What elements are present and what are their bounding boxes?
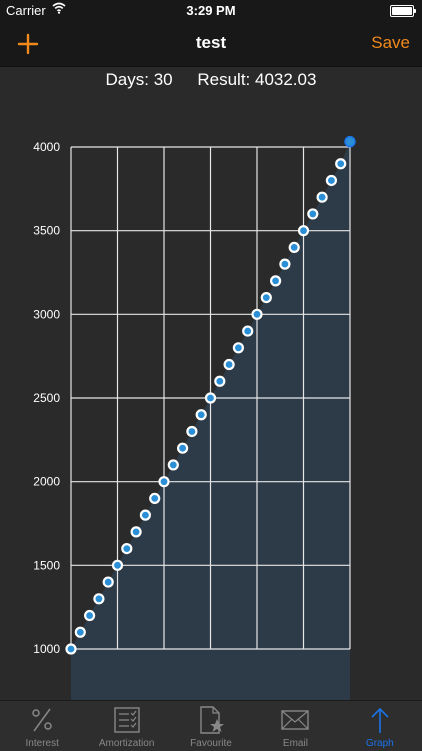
save-button[interactable]: Save <box>371 33 410 53</box>
tab-label-email: Email <box>282 738 308 749</box>
data-point <box>251 308 263 320</box>
page-title: test <box>195 33 227 52</box>
data-point <box>242 325 254 337</box>
envelope-icon <box>281 710 310 730</box>
days-label: Days: 30 <box>105 70 173 89</box>
battery-icon <box>390 5 416 17</box>
data-point <box>316 191 328 203</box>
data-point <box>139 509 151 521</box>
data-point <box>167 459 179 471</box>
data-point <box>93 593 105 605</box>
tab-label-interest: Interest <box>25 738 59 749</box>
data-point <box>186 425 198 438</box>
y-tick-label: 1500 <box>33 558 60 572</box>
data-point <box>297 225 310 237</box>
y-tick-label: 3500 <box>33 224 60 238</box>
tab-label-amortization: Amortization <box>98 738 155 749</box>
tab-email[interactable]: Email <box>253 701 337 751</box>
data-point <box>232 342 244 354</box>
data-point <box>288 241 300 253</box>
data-point <box>270 275 282 287</box>
data-point <box>121 542 133 555</box>
data-point <box>130 526 142 538</box>
data-point <box>74 626 86 638</box>
data-point <box>344 135 356 148</box>
data-point <box>83 609 96 622</box>
tab-amortization[interactable]: Amortization <box>84 701 168 751</box>
data-point <box>260 292 272 304</box>
data-point <box>195 409 207 421</box>
y-tick-label: 2500 <box>33 391 60 405</box>
data-point <box>325 174 337 187</box>
y-tick-label: 3000 <box>33 307 60 321</box>
data-point <box>279 258 291 270</box>
data-point <box>149 492 161 504</box>
navigation-bar: test Save <box>0 22 422 67</box>
result-label: Result: 4032.03 <box>197 70 317 89</box>
tab-favourite[interactable]: Favourite <box>169 701 253 751</box>
tab-interest[interactable]: Interest <box>0 701 84 751</box>
y-tick-label: 2000 <box>33 475 60 489</box>
data-point <box>214 375 226 387</box>
data-point <box>158 476 170 488</box>
data-point <box>223 358 235 371</box>
data-point <box>177 442 189 454</box>
data-point <box>204 392 217 404</box>
arrow-up-icon <box>371 707 389 733</box>
data-point <box>111 559 124 571</box>
summary-row: Days: 30 Result: 4032.03 <box>0 70 422 94</box>
percent-icon <box>32 708 52 732</box>
tab-label-favourite: Favourite <box>190 738 232 749</box>
growth-chart: 1000 1500 2000 2500 3000 3500 4000 <box>33 135 356 700</box>
data-point <box>102 576 114 588</box>
y-tick-label: 4000 <box>33 140 60 154</box>
tab-label-graph: Graph <box>365 738 394 749</box>
tab-graph[interactable]: Graph <box>338 701 422 751</box>
checklist-icon <box>113 707 140 733</box>
status-bar: Carrier 3:29 PM <box>0 0 422 22</box>
data-point <box>335 158 347 170</box>
data-point <box>65 643 77 655</box>
document-star-icon <box>200 706 225 734</box>
clock: 3:29 PM <box>186 3 236 18</box>
data-point <box>307 208 319 220</box>
y-tick-label: 1000 <box>33 642 60 656</box>
tab-bar: Interest Amortization Favourite Email Gr… <box>0 700 422 751</box>
